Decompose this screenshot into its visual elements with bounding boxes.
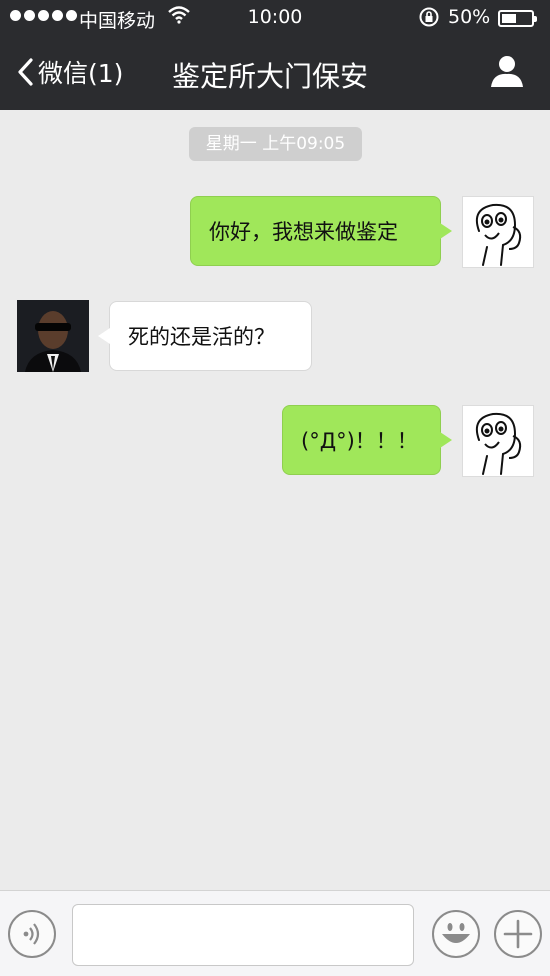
plus-icon: [503, 919, 533, 949]
message-bubble-outgoing[interactable]: 你好，我想来做鉴定: [190, 196, 452, 266]
back-button[interactable]: 微信(1): [16, 54, 123, 90]
emoji-icon: [442, 923, 470, 943]
chat-title: 鉴定所大门保安: [172, 60, 369, 93]
voice-input-button[interactable]: [8, 910, 56, 958]
back-label: 微信(1): [38, 59, 124, 88]
my-avatar[interactable]: [462, 196, 534, 268]
input-bar: [0, 890, 550, 976]
top-bar: 中国移动 10:00 50% 微信(1) 鉴定所大门保安: [0, 0, 550, 110]
emoji-button[interactable]: [432, 910, 480, 958]
contact-photo-man-sunglasses: [17, 300, 89, 372]
message-input[interactable]: [72, 904, 414, 966]
voice-icon: [23, 923, 40, 945]
battery-icon: [498, 10, 537, 27]
person-icon: [491, 56, 523, 87]
rotation-lock-icon: [418, 6, 440, 33]
message-bubble-outgoing[interactable]: (°Д°)！！！: [282, 405, 452, 475]
battery-percent: 50%: [448, 6, 491, 28]
contact-profile-button[interactable]: [490, 54, 524, 92]
contact-avatar[interactable]: [17, 300, 89, 372]
my-avatar[interactable]: [462, 405, 534, 477]
status-bar: 中国移动 10:00 50%: [0, 0, 550, 36]
chevron-left-icon: [18, 58, 33, 86]
message-bubble-incoming[interactable]: 死的还是活的？: [98, 301, 312, 371]
doodle-face-avatar-icon: [475, 412, 522, 475]
more-options-button[interactable]: [494, 910, 542, 958]
message-timestamp: 星期一 上午09:05: [189, 127, 362, 161]
doodle-face-avatar-icon: [475, 203, 522, 266]
